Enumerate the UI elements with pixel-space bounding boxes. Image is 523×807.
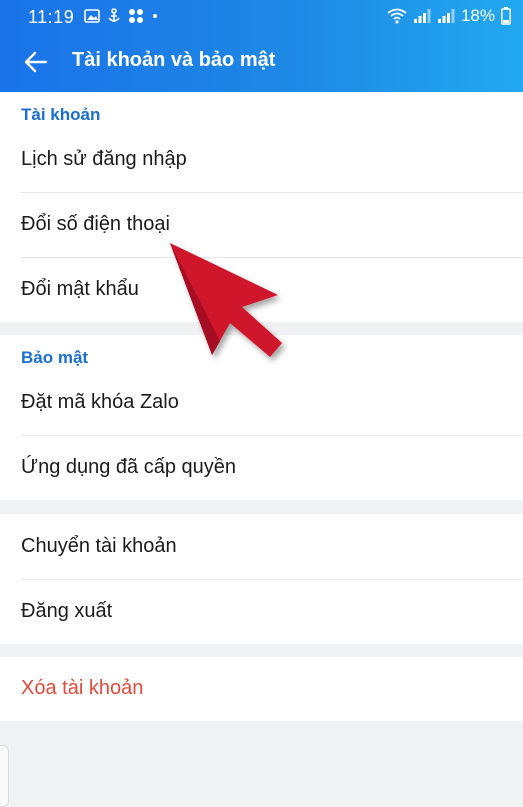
logout-item[interactable]: Đăng xuất (0, 580, 523, 644)
section-session: Chuyển tài khoản Đăng xuất (0, 514, 523, 644)
set-zalo-lock-item[interactable]: Đặt mã khóa Zalo (0, 371, 523, 435)
change-phone-label: Đổi số điện thoại (21, 213, 170, 235)
anchor-icon (108, 8, 120, 22)
delete-account-label: Xóa tài khoản (21, 677, 144, 699)
arrow-left-icon[interactable] (22, 48, 50, 76)
signal-icon (437, 9, 455, 23)
status-time: 11:19 (28, 7, 75, 27)
login-history-label: Lịch sử đăng nhập (21, 148, 187, 170)
section-heading-security: Bảo mật (21, 348, 89, 367)
toolbar: Tài khoản và bảo mật (0, 32, 523, 92)
set-zalo-lock-label: Đặt mã khóa Zalo (21, 391, 179, 413)
login-history-item[interactable]: Lịch sử đăng nhập (0, 128, 523, 192)
section-security: Bảo mật Đặt mã khóa Zalo Ứng dụng đã cấp… (0, 335, 523, 500)
apps-icon (129, 9, 143, 23)
battery-percent: 18% (460, 6, 495, 25)
app-header: 11:19 18% Tài khoản và bảo mật (0, 0, 523, 92)
change-password-label: Đổi mật khẩu (21, 278, 139, 300)
section-account: Tài khoản Lịch sử đăng nhập Đổi số điện … (0, 92, 523, 322)
section-heading-account: Tài khoản (21, 105, 101, 124)
status-notification-icons (84, 8, 159, 24)
authorized-apps-item[interactable]: Ứng dụng đã cấp quyền (0, 436, 523, 500)
switch-account-label: Chuyển tài khoản (21, 535, 177, 557)
delete-account-item[interactable]: Xóa tài khoản (0, 657, 523, 721)
page-title: Tài khoản và bảo mật (72, 49, 276, 71)
status-bar: 11:19 18% (0, 0, 523, 32)
edge-panel-handle[interactable] (0, 745, 9, 807)
logout-label: Đăng xuất (21, 600, 113, 622)
section-danger: Xóa tài khoản (0, 657, 523, 721)
change-password-item[interactable]: Đổi mật khẩu (0, 258, 523, 322)
battery-icon (501, 7, 511, 25)
status-system-icons: 18% (387, 6, 511, 26)
authorized-apps-label: Ứng dụng đã cấp quyền (21, 456, 237, 478)
change-phone-item[interactable]: Đổi số điện thoại (0, 193, 523, 257)
image-icon (84, 9, 100, 23)
switch-account-item[interactable]: Chuyển tài khoản (0, 515, 523, 579)
signal-icon (413, 9, 431, 23)
dot-icon (153, 14, 157, 18)
wifi-icon (387, 8, 407, 24)
